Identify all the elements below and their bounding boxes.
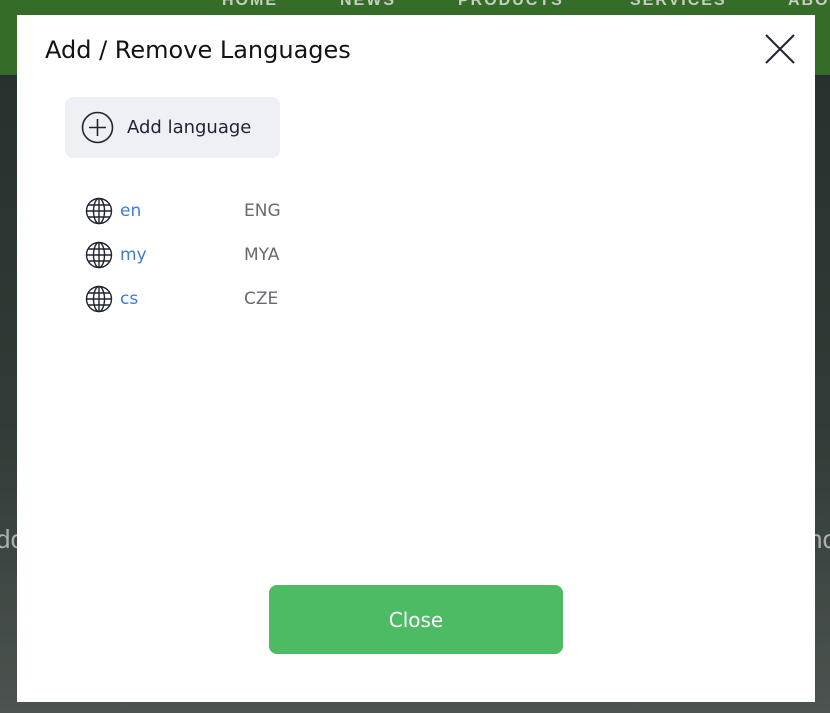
language-iso: CZE bbox=[244, 289, 279, 309]
language-row: my MYA bbox=[85, 240, 345, 270]
language-code-link[interactable]: en bbox=[120, 201, 244, 221]
plus-circle-icon bbox=[81, 111, 114, 144]
language-row: cs CZE bbox=[85, 284, 345, 314]
globe-icon bbox=[85, 241, 113, 269]
add-language-button[interactable]: Add language bbox=[65, 97, 280, 158]
close-x-icon[interactable] bbox=[763, 32, 797, 66]
language-row: en ENG bbox=[85, 196, 345, 226]
language-iso: MYA bbox=[244, 245, 280, 265]
languages-modal: Add / Remove Languages Add language en E… bbox=[17, 15, 815, 702]
language-code-link[interactable]: cs bbox=[120, 289, 244, 309]
globe-icon bbox=[85, 197, 113, 225]
globe-icon bbox=[85, 285, 113, 313]
language-code-link[interactable]: my bbox=[120, 245, 244, 265]
close-button[interactable]: Close bbox=[269, 585, 563, 654]
language-iso: ENG bbox=[244, 201, 281, 221]
modal-title: Add / Remove Languages bbox=[45, 36, 351, 64]
add-language-label: Add language bbox=[127, 117, 252, 138]
